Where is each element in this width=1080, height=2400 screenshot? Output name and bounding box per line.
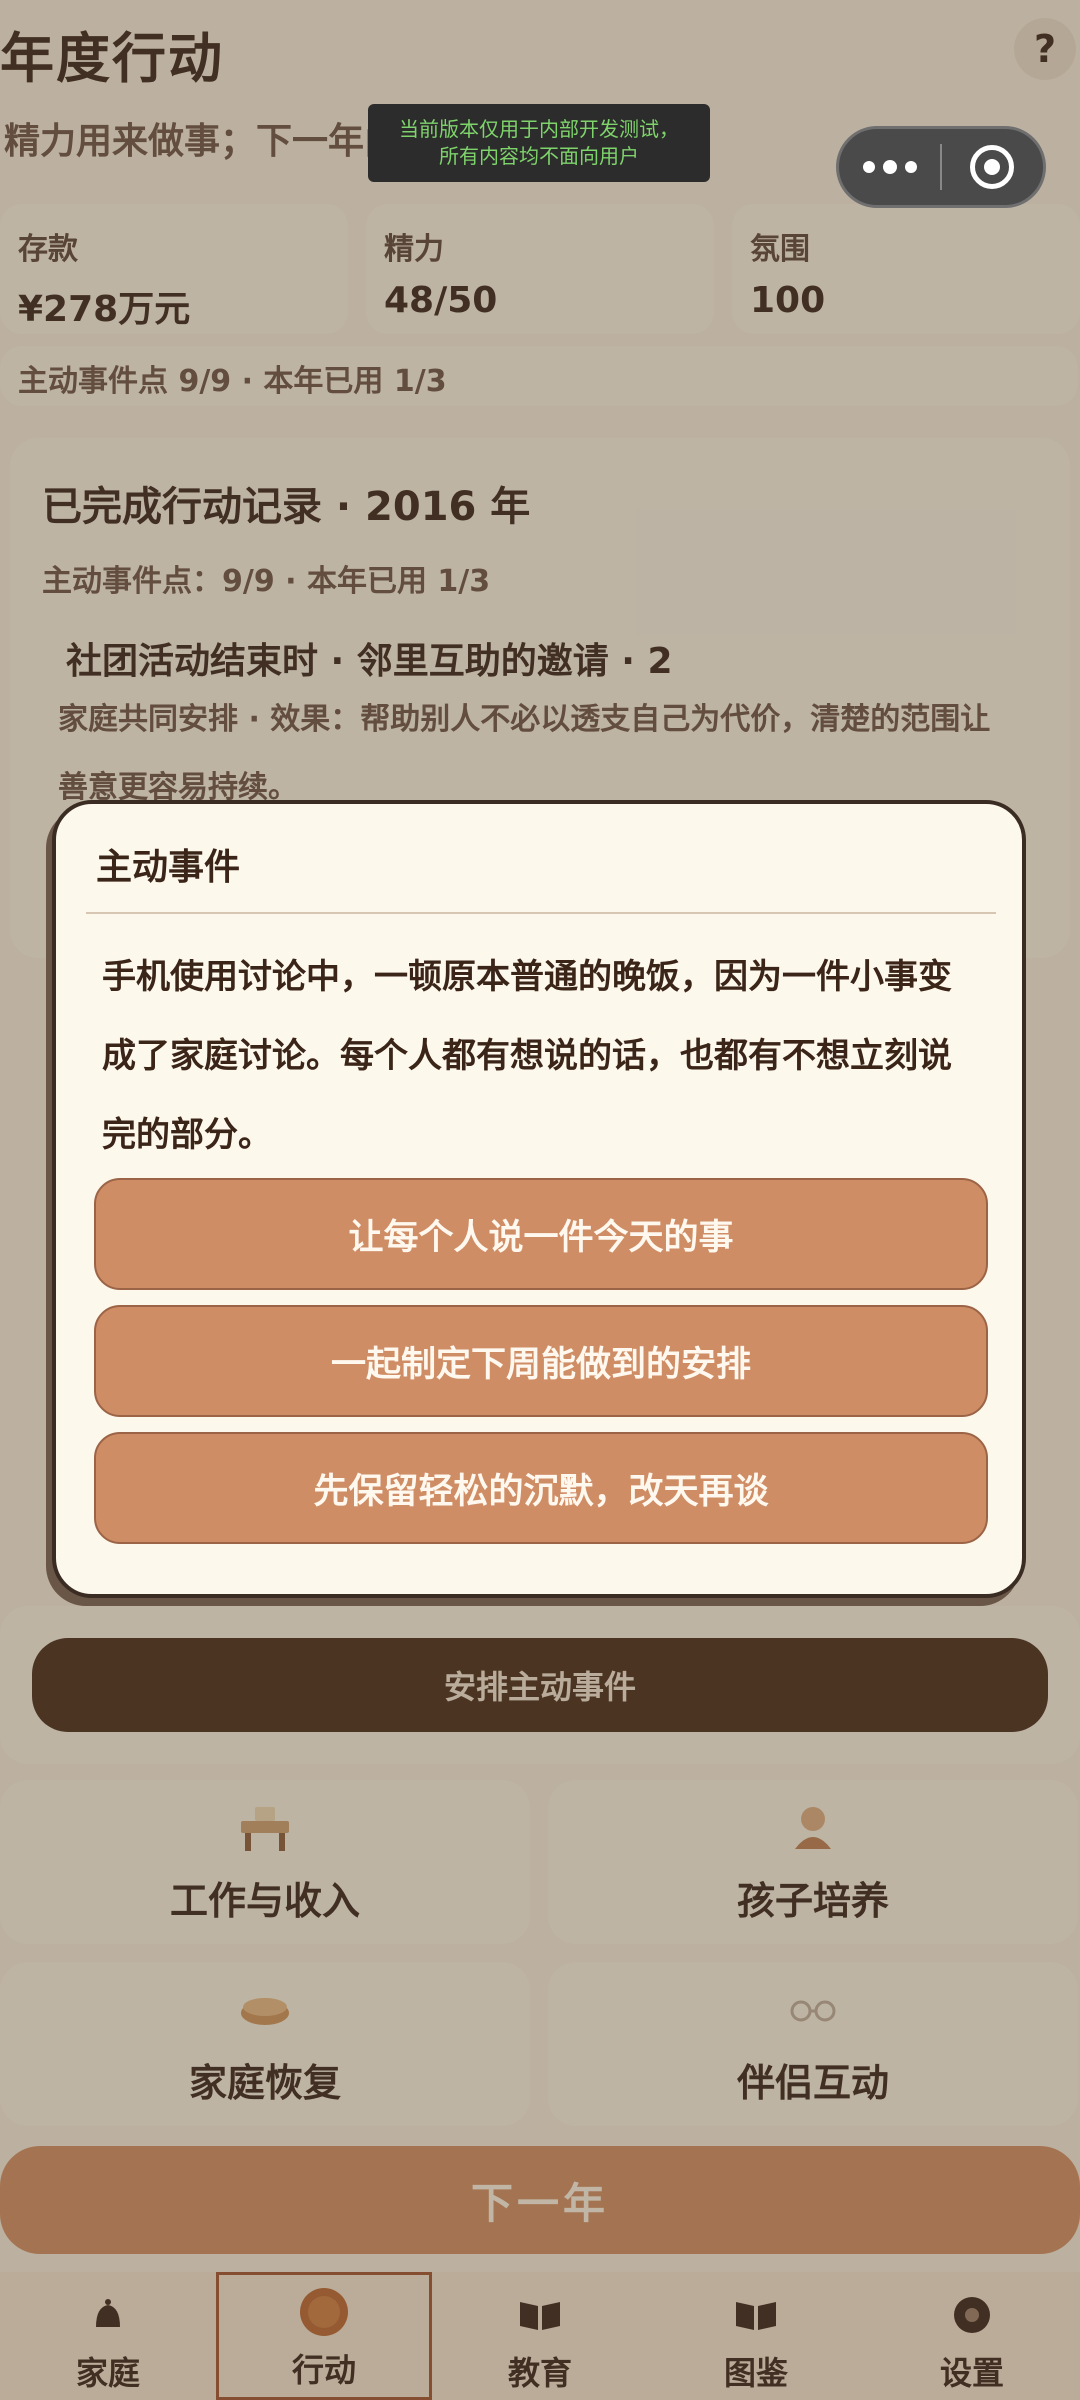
option-button-keep-silence[interactable]: 先保留轻松的沉默，改天再谈 bbox=[94, 1432, 988, 1544]
dev-test-banner: 当前版本仅用于内部开发测试， 所有内容均不面向用户 bbox=[368, 104, 710, 182]
more-icon[interactable] bbox=[839, 159, 940, 174]
close-target-icon[interactable] bbox=[942, 145, 1043, 189]
modal-divider bbox=[86, 912, 996, 914]
modal-body-text: 手机使用讨论中，一顿原本普通的晚饭，因为一件小事变成了家庭讨论。每个人都有想说的… bbox=[102, 957, 952, 1155]
dev-banner-line: 当前版本仅用于内部开发测试， bbox=[399, 117, 679, 141]
option-button-plan-next-week[interactable]: 一起制定下周能做到的安排 bbox=[94, 1305, 988, 1417]
option-button-share-day[interactable]: 让每个人说一件今天的事 bbox=[94, 1178, 988, 1290]
modal-title: 主动事件 bbox=[96, 847, 241, 888]
miniprogram-capsule bbox=[836, 126, 1046, 208]
active-event-modal: 主动事件 手机使用讨论中，一顿原本普通的晚饭，因为一件小事变成了家庭讨论。每个人… bbox=[52, 800, 1026, 1598]
dev-banner-line: 所有内容均不面向用户 bbox=[439, 144, 639, 168]
